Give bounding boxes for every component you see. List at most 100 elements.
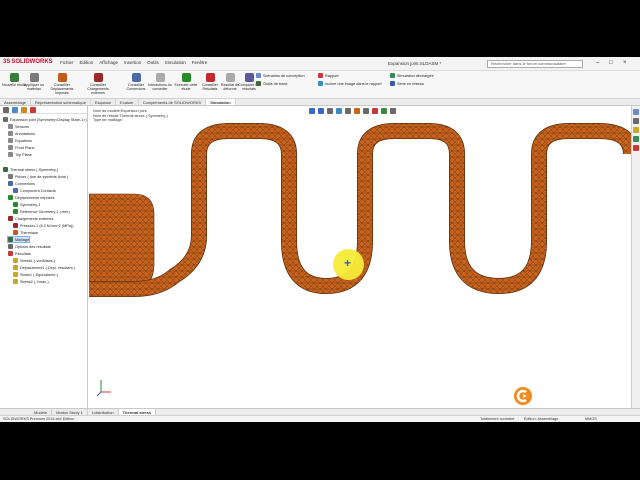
ribbon-button-icon: [9, 73, 19, 82]
command-tab[interactable]: Esquisse: [91, 99, 117, 105]
file-explorer-icon[interactable]: [633, 127, 639, 133]
tree-item[interactable]: Déplacements imposés: [8, 195, 54, 200]
tree-item[interactable]: Annotations: [8, 131, 35, 136]
ribbon-button-icon: [181, 73, 191, 82]
tree-item[interactable]: Sensors: [8, 124, 29, 129]
solidworks-logo[interactable]: 3SSOLIDWORKS: [3, 59, 53, 65]
feature-manager-icon[interactable]: [3, 107, 9, 113]
tree-item[interactable]: Stress1 (-vonMises-): [13, 258, 55, 263]
tree-item-icon: [13, 230, 18, 235]
tree-item-label: Déplacements imposés: [15, 195, 55, 200]
ribbon-button[interactable]: Interactions du conseiller: [146, 73, 174, 91]
design-library-icon[interactable]: [633, 118, 639, 124]
ribbon-small-label: Série en réseau: [397, 81, 424, 86]
ribbon-small-button[interactable]: Rapport: [318, 73, 339, 78]
tree-item[interactable]: Expansion joint (Symmetry<Display State-…: [3, 117, 87, 122]
tree-item-icon: [13, 258, 18, 263]
menu-bar: Fichier Edition Affichage Insertion Outils Si…: [60, 60, 207, 65]
tree-item-icon: [8, 124, 13, 129]
command-tabs: Assemblage Représentation schématique Esqu…: [0, 99, 640, 106]
tree-item-icon: [3, 167, 8, 172]
resources-icon[interactable]: [633, 109, 639, 115]
tree-item-icon: [13, 188, 18, 193]
minimize-icon[interactable]: –: [596, 60, 599, 66]
tree-item-label: Maillage: [15, 237, 30, 242]
close-icon[interactable]: ×: [623, 60, 627, 66]
tree-item[interactable]: Déplacement1 (-Dépl. résultant-): [13, 265, 75, 270]
ribbon-button-icon: [131, 73, 141, 82]
tree-item-label: Pièces ( due de symétrie Axial ): [15, 174, 69, 179]
menu-item[interactable]: Fichier: [60, 60, 74, 65]
ribbon-small-icon: [390, 81, 395, 86]
tree-item[interactable]: Pression-1 (8.3 N/mm^2 (MPa)): [13, 223, 73, 228]
ribbon-small-label: Outils de tracé: [263, 81, 288, 86]
tree-item[interactable]: Strain1 (-Equivalente-): [13, 272, 58, 277]
menu-item[interactable]: Affichage: [99, 60, 118, 65]
tree-item-icon: [8, 244, 13, 249]
command-tab[interactable]: Simulation: [206, 99, 236, 105]
ribbon-button[interactable]: Conseiller Chargements externes: [84, 73, 112, 95]
cursor-highlight: [333, 249, 364, 280]
tree-item[interactable]: Stress2 (-Ymax-): [13, 279, 49, 284]
tree-item[interactable]: Chargements externes: [8, 216, 53, 221]
tree-item-label: Connexions: [15, 181, 36, 186]
command-tab[interactable]: Compléments de SOLIDWORKS: [139, 99, 207, 105]
search-input[interactable]: Rechercher dans le forum communautaire: [487, 60, 583, 68]
status-bar: SOLIDWORKS Premium 2018 x64 Edition Tota…: [0, 415, 640, 422]
maximize-icon[interactable]: □: [609, 60, 613, 66]
tree-item[interactable]: Connexions: [8, 181, 35, 186]
tree-item-label: Top Plane: [15, 152, 32, 157]
ribbon-small-button[interactable]: Inclure une image dans le rapport: [318, 81, 382, 86]
command-tab[interactable]: Représentation schématique: [31, 99, 91, 105]
feature-manager-tree: Expansion joint (Symmetry<Display State-…: [0, 106, 88, 408]
view-palette-icon[interactable]: [633, 136, 639, 142]
tree-item-label: Thermique: [20, 230, 39, 235]
tree-item-label: Déplacement1 (-Dépl. résultant-): [20, 265, 76, 270]
tree-item-label: Annotations: [15, 131, 36, 136]
tree-item[interactable]: Thermique: [13, 230, 38, 235]
tree-item[interactable]: Top Plane: [8, 152, 32, 157]
appearances-icon[interactable]: [633, 145, 639, 151]
tree-item[interactable]: Maillage: [6, 236, 31, 243]
ribbon-button-label: Conseiller Déplacements imposés: [50, 83, 74, 95]
ribbon-button[interactable]: Conseiller Déplacements imposés: [48, 73, 76, 95]
document-title: Expansion joint.SLDASM *: [388, 61, 442, 66]
tree-item-label: Chargements externes: [15, 216, 54, 221]
tree-item[interactable]: Pièces ( due de symétrie Axial ): [8, 174, 68, 179]
tree-item[interactable]: Thermal stress (-Symmetry-): [3, 167, 58, 172]
menu-item[interactable]: Insertion: [124, 60, 141, 65]
tree-item-icon: [8, 251, 13, 256]
command-manager: Nouvelle étude Appliquer un matériau Conse…: [0, 71, 640, 99]
menu-item[interactable]: Edition: [80, 60, 94, 65]
status-units[interactable]: MMGS: [585, 417, 597, 421]
tree-item[interactable]: Symmetry-1: [13, 202, 40, 207]
command-tab[interactable]: Evaluer: [116, 99, 139, 105]
tree-item-label: Expansion joint (Symmetry<Display State-…: [10, 117, 87, 122]
menu-item[interactable]: Simulation: [165, 60, 186, 65]
tree-item[interactable]: Front Plane: [8, 145, 35, 150]
tree-item[interactable]: Component Contacts: [13, 188, 56, 193]
graphics-area[interactable]: Nom du modèle:Expansion joint Nom de l'é…: [89, 106, 631, 408]
tree-item[interactable]: Equations: [8, 138, 32, 143]
menu-item[interactable]: Fenêtre: [192, 60, 208, 65]
tree-item[interactable]: Reference Geometry-1 (:mm): [13, 209, 70, 214]
configuration-manager-icon[interactable]: [21, 107, 27, 113]
property-manager-icon[interactable]: [12, 107, 18, 113]
ribbon-small-button[interactable]: Simulation déchargée: [390, 73, 434, 78]
tree-item[interactable]: Options des résultats: [8, 244, 51, 249]
display-manager-icon[interactable]: [30, 107, 36, 113]
ribbon-button[interactable]: Appliquer un matériau: [20, 73, 48, 91]
menu-item[interactable]: Outils: [147, 60, 159, 65]
ribbon-small-button[interactable]: Série en réseau: [390, 81, 424, 86]
tree-item-icon: [8, 152, 13, 157]
tree-item[interactable]: Résultats: [8, 251, 31, 256]
ribbon-small-button[interactable]: Scénarios de conception: [256, 73, 305, 78]
ribbon-button-label: Interactions du conseiller: [148, 83, 172, 91]
command-tab[interactable]: Assemblage: [0, 99, 32, 105]
ribbon-button-label: Conseiller Connexions: [126, 83, 146, 91]
ribbon-small-label: Simulation déchargée: [397, 73, 434, 78]
tree-item-label: Component Contacts: [20, 188, 56, 193]
channel-logo-icon: [514, 387, 532, 405]
ribbon-small-icon: [256, 73, 261, 78]
ribbon-small-button[interactable]: Outils de tracé: [256, 81, 287, 86]
